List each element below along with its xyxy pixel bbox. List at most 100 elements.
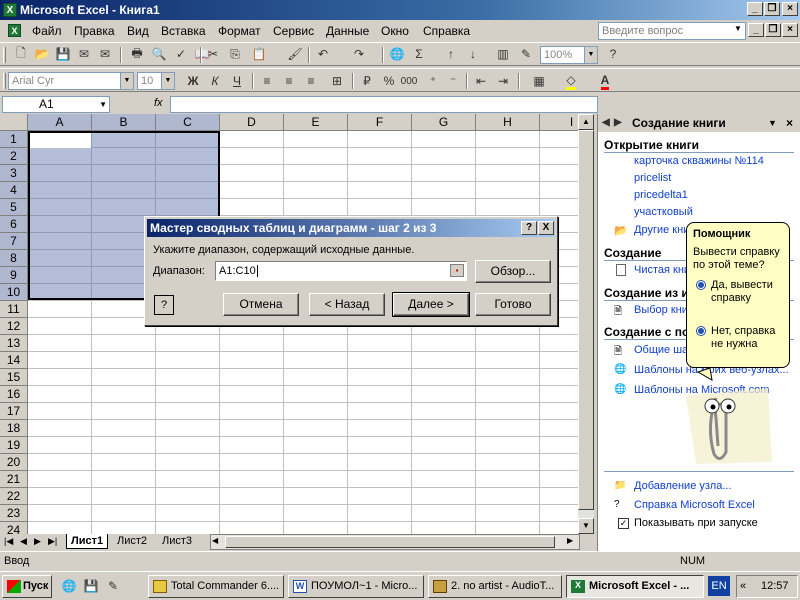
permission-icon[interactable]: ✉ — [75, 45, 93, 63]
fill-color-icon[interactable]: ◇ — [562, 72, 580, 90]
start-button[interactable]: Пуск — [2, 575, 52, 598]
column-header[interactable]: D — [220, 114, 284, 131]
sheet-tab-3[interactable]: Лист3 — [158, 534, 196, 549]
row-header[interactable]: 1 — [0, 131, 28, 148]
row-header[interactable]: 6 — [0, 216, 28, 233]
bold-button[interactable]: Ж — [184, 72, 202, 90]
menu-format[interactable]: Формат — [218, 24, 261, 38]
taskbar-word[interactable]: W ПОУМОЛ~1 - Micro... — [288, 575, 424, 598]
undo-icon[interactable]: ↶ — [314, 45, 332, 63]
excel-help-link[interactable]: Справка Microsoft Excel — [634, 499, 755, 511]
horizontal-scrollbar[interactable]: ◀ ▶ — [210, 534, 580, 550]
recent-file[interactable]: карточка скважины №114 — [634, 155, 764, 167]
dialog-close-button[interactable]: X — [538, 221, 554, 235]
cut-icon[interactable]: ✂ — [204, 45, 222, 63]
menu-data[interactable]: Данные — [326, 24, 369, 38]
decrease-indent-icon[interactable]: ⇤ — [472, 72, 490, 90]
menu-edit[interactable]: Правка — [74, 24, 115, 38]
menu-help[interactable]: Справка — [423, 24, 470, 38]
column-header[interactable]: B — [92, 114, 156, 131]
vertical-scrollbar[interactable]: ▲ ▼ — [578, 114, 594, 534]
close-button[interactable]: × — [782, 2, 798, 16]
align-right-icon[interactable]: ≡ — [302, 72, 320, 90]
formula-input[interactable] — [170, 96, 598, 113]
drawing-icon[interactable]: ✎ — [517, 45, 535, 63]
underline-button[interactable]: Ч — [228, 72, 246, 90]
chevron-down-icon[interactable]: ▼ — [120, 73, 133, 89]
save-icon[interactable]: 💾 — [54, 45, 72, 63]
hscroll-thumb[interactable] — [225, 536, 555, 548]
row-header[interactable]: 4 — [0, 182, 28, 199]
back-button[interactable]: < Назад — [309, 293, 385, 316]
sheet-tab-2[interactable]: Лист2 — [113, 534, 151, 549]
autosum-icon[interactable]: Σ — [410, 45, 428, 63]
row-header[interactable]: 7 — [0, 233, 28, 250]
paste-icon[interactable]: 📋 — [250, 45, 268, 63]
sort-descending-icon[interactable]: ↓ — [464, 45, 482, 63]
increase-decimal-icon[interactable]: ⁺ — [424, 72, 442, 90]
app-quicklaunch-icon[interactable]: ✎ — [104, 577, 122, 595]
merge-center-icon[interactable]: ⊞ — [328, 72, 346, 90]
chevron-down-icon[interactable]: ▼ — [99, 97, 107, 112]
italic-button[interactable]: К — [206, 72, 224, 90]
row-header[interactable]: 8 — [0, 250, 28, 267]
next-sheet-icon[interactable]: ▶ — [34, 536, 41, 547]
menu-tools[interactable]: Сервис — [273, 24, 314, 38]
help-icon[interactable]: ? — [154, 295, 174, 315]
row-header[interactable]: 23 — [0, 505, 28, 522]
font-size-combo[interactable]: 10 ▼ — [137, 72, 175, 90]
back-arrow-icon[interactable]: ◀ — [602, 114, 610, 132]
menu-file[interactable]: Файл — [32, 24, 62, 38]
borders-icon[interactable]: ▦ — [530, 72, 548, 90]
toolbar-grip[interactable] — [3, 47, 6, 63]
recent-file[interactable]: участковый — [634, 206, 693, 218]
forward-arrow-icon[interactable]: ▶ — [614, 114, 622, 132]
percent-button[interactable]: % — [380, 72, 398, 90]
doc-close-button[interactable]: × — [782, 23, 798, 37]
next-button[interactable]: Далее > — [392, 292, 470, 317]
last-sheet-icon[interactable]: ▶| — [48, 536, 57, 547]
new-icon[interactable]: 🗋 — [12, 45, 30, 63]
increase-indent-icon[interactable]: ⇥ — [494, 72, 512, 90]
workbook-icon[interactable]: X — [8, 24, 21, 37]
row-header[interactable]: 18 — [0, 420, 28, 437]
row-header[interactable]: 2 — [0, 148, 28, 165]
chevron-down-icon[interactable]: ▼ — [768, 114, 777, 132]
hyperlink-icon[interactable]: 🌐 — [388, 45, 406, 63]
chart-wizard-icon[interactable]: ▥ — [494, 45, 512, 63]
ask-question-input[interactable]: Введите вопрос — [598, 22, 746, 40]
row-header[interactable]: 14 — [0, 352, 28, 369]
dialog-help-button[interactable]: ? — [521, 221, 537, 235]
copy-icon[interactable]: ⎘ — [226, 45, 244, 63]
row-header[interactable]: 15 — [0, 369, 28, 386]
doc-minimize-button[interactable]: _ — [748, 23, 764, 37]
ask-dropdown-icon[interactable]: ▼ — [734, 24, 742, 33]
row-header[interactable]: 10 — [0, 284, 28, 301]
chevron-down-icon[interactable]: ▼ — [584, 47, 597, 63]
zoom-combo[interactable]: 100% ▼ — [540, 46, 598, 64]
thousands-button[interactable]: 000 — [400, 72, 418, 90]
row-header[interactable]: 3 — [0, 165, 28, 182]
email-icon[interactable]: ✉ — [96, 45, 114, 63]
show-at-startup-checkbox[interactable]: ✓ — [618, 518, 629, 529]
active-cell[interactable] — [30, 133, 91, 148]
language-indicator[interactable]: EN — [708, 576, 730, 596]
scroll-up-button[interactable]: ▲ — [578, 114, 594, 130]
scroll-thumb[interactable] — [578, 130, 594, 510]
taskbar-excel[interactable]: X Microsoft Excel - ... — [566, 575, 704, 598]
add-node-link[interactable]: Добавление узла... — [634, 480, 732, 492]
range-input[interactable]: A1:C10 ▪ — [215, 261, 467, 281]
doc-restore-button[interactable]: ❐ — [765, 23, 781, 37]
recent-file[interactable]: pricelist — [634, 172, 671, 184]
save-quicklaunch-icon[interactable]: 💾 — [82, 577, 100, 595]
menu-view[interactable]: Вид — [127, 24, 149, 38]
column-header[interactable]: H — [476, 114, 540, 131]
row-header[interactable]: 22 — [0, 488, 28, 505]
row-header[interactable]: 5 — [0, 199, 28, 216]
excel-app-icon[interactable]: X — [3, 3, 17, 17]
decrease-decimal-icon[interactable]: ⁻ — [444, 72, 462, 90]
row-header[interactable]: 19 — [0, 437, 28, 454]
scroll-down-button[interactable]: ▼ — [578, 518, 594, 534]
tray-expand-icon[interactable]: « — [740, 576, 746, 597]
fx-icon[interactable]: fx — [154, 97, 163, 109]
